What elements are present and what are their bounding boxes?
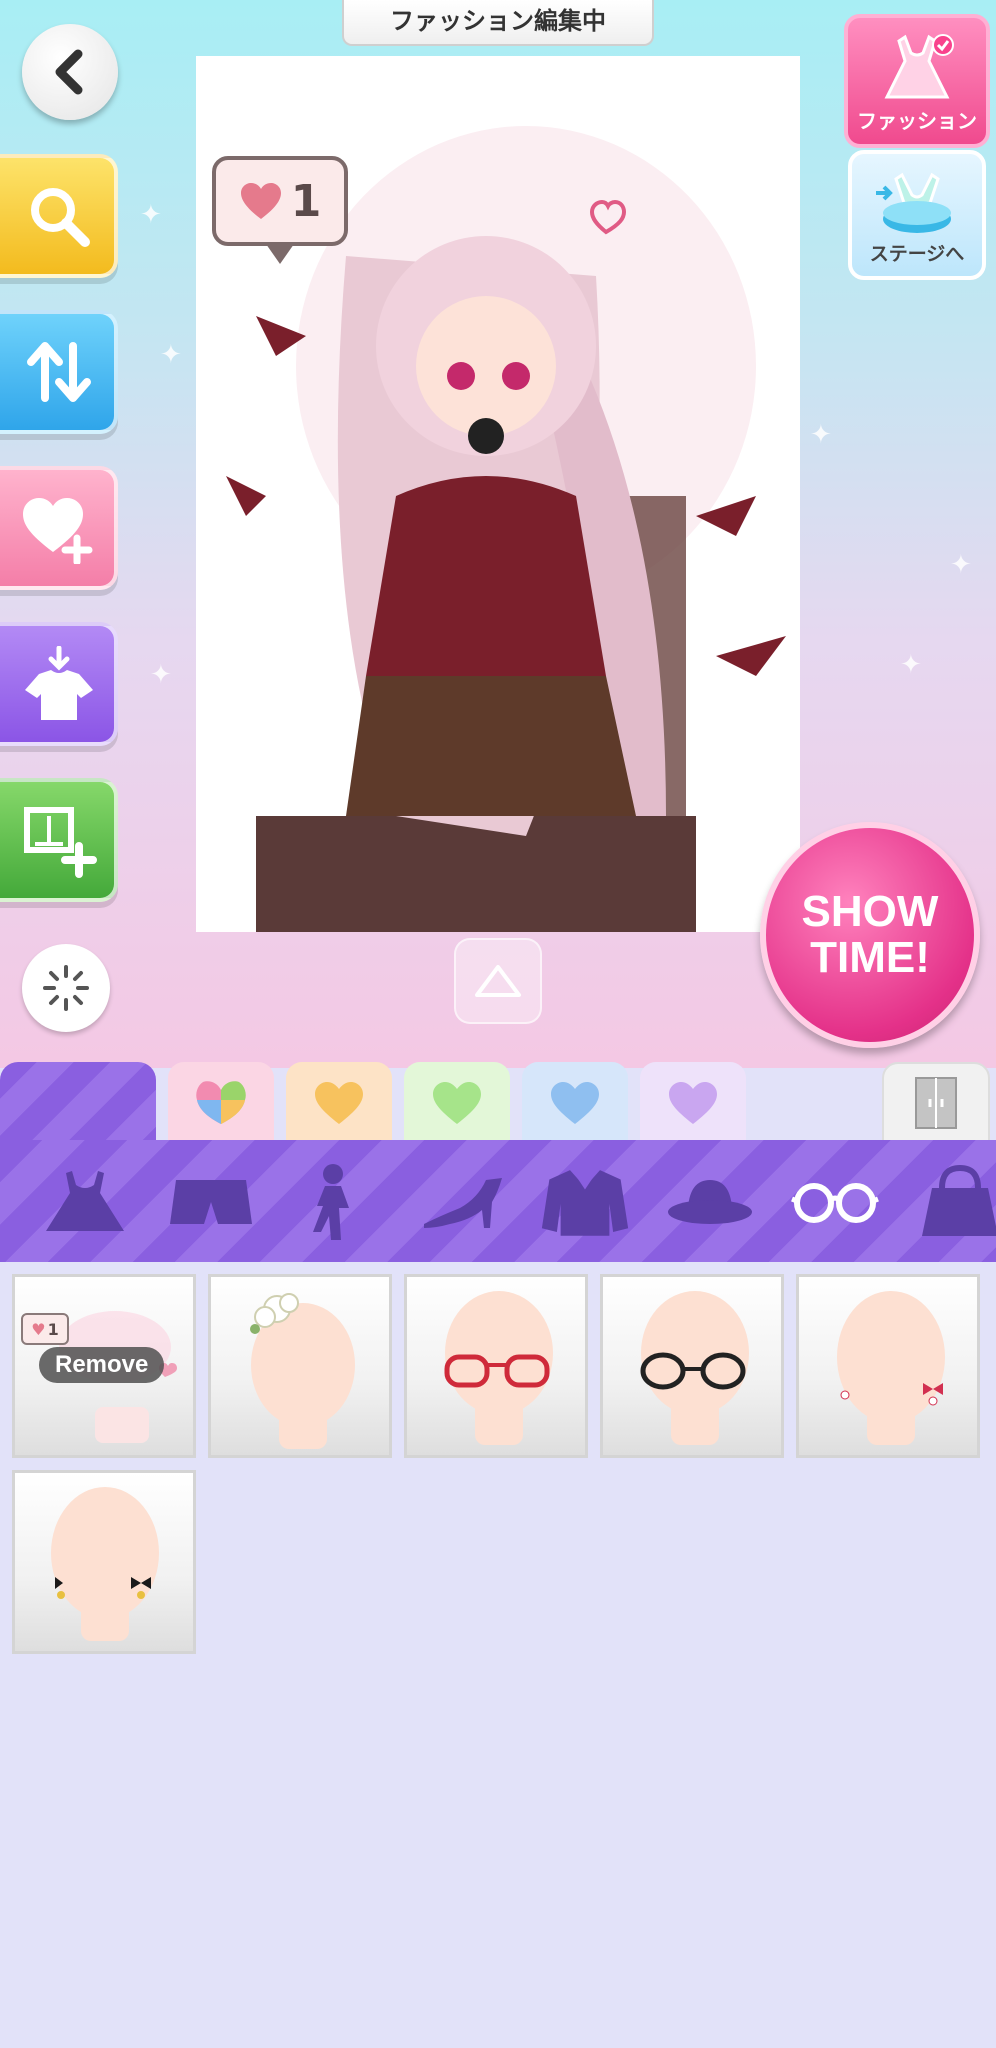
- category-accessory[interactable]: [790, 1162, 880, 1242]
- item-grid: ♥ 1 Remove: [0, 1262, 996, 2048]
- spinner-icon: [43, 965, 89, 1011]
- shorts-icon: [170, 1180, 252, 1224]
- category-shoes[interactable]: [418, 1162, 508, 1242]
- jacket-icon: [541, 1170, 629, 1236]
- sort-arrows-icon: [27, 342, 91, 402]
- sparkle-decoration: ✦: [140, 200, 162, 230]
- sparkle-decoration: ✦: [810, 420, 832, 450]
- tab-fashion-label: ファッション: [857, 109, 977, 133]
- bag-icon: [922, 1164, 996, 1236]
- filter-tab-orange[interactable]: [286, 1062, 392, 1144]
- purple-heart-icon: [669, 1082, 717, 1124]
- item-equipped-background[interactable]: ♥ 1 Remove: [12, 1274, 196, 1458]
- category-partial-icon[interactable]: [0, 1162, 10, 1242]
- save-outfit-button[interactable]: [0, 622, 118, 746]
- chevron-left-icon: [55, 49, 83, 95]
- closet-button[interactable]: [882, 1062, 990, 1144]
- sparkle-decoration: ✦: [160, 340, 182, 370]
- sparkle-decoration: ✦: [150, 660, 172, 690]
- orange-heart-icon: [315, 1082, 363, 1124]
- item-red-bow-earrings[interactable]: [796, 1274, 980, 1458]
- fashion-editor-area: ✦ ✦ ✦ ✦ ✦ ✦ ファッション編集中 1 ファッション ステージへ SHO…: [0, 0, 996, 1068]
- item-thumbnail: [250, 1293, 355, 1449]
- tab-stage[interactable]: ステージへ: [848, 150, 986, 280]
- filter-tab-all[interactable]: [0, 1062, 156, 1144]
- add-coordinate-button[interactable]: [0, 778, 118, 902]
- remove-button[interactable]: Remove: [39, 1347, 165, 1383]
- collapse-panel-button[interactable]: [454, 938, 542, 1024]
- blue-heart-icon: [551, 1082, 599, 1124]
- back-button[interactable]: [22, 24, 118, 120]
- item-black-bow-earrings[interactable]: [12, 1470, 196, 1654]
- filter-tab-multi[interactable]: [168, 1062, 274, 1144]
- category-dress[interactable]: [40, 1162, 130, 1242]
- sparkle-decoration: ✦: [950, 550, 972, 580]
- green-heart-icon: [433, 1082, 481, 1124]
- shirt-download-icon: [25, 646, 93, 720]
- search-icon: [31, 188, 90, 247]
- multicolor-heart-icon: [196, 1081, 246, 1124]
- item-hair-flower[interactable]: [208, 1274, 392, 1458]
- heart-icon: [240, 183, 281, 219]
- dress-icon: [884, 34, 954, 99]
- loading-indicator: [22, 944, 110, 1032]
- category-pose[interactable]: [290, 1162, 380, 1242]
- item-like-count: 1: [47, 1319, 59, 1339]
- closet-icon: [915, 1077, 957, 1129]
- page-title: ファッション編集中: [342, 0, 654, 46]
- heart-plus-icon: [23, 498, 93, 564]
- category-bottoms[interactable]: [166, 1162, 256, 1242]
- avatar-preview: 1: [196, 56, 800, 932]
- show-time-line1: SHOW: [801, 887, 939, 936]
- tab-fashion[interactable]: ファッション: [844, 14, 990, 148]
- category-hat[interactable]: [664, 1162, 754, 1242]
- item-black-glasses[interactable]: [600, 1274, 784, 1458]
- show-time-button[interactable]: SHOW TIME!: [760, 822, 980, 1048]
- filter-tab-blue[interactable]: [522, 1062, 628, 1144]
- category-bag[interactable]: [914, 1162, 996, 1242]
- glasses-icon: [791, 1183, 879, 1223]
- stage-icon: [876, 172, 951, 233]
- sparkle-decoration: ✦: [900, 650, 922, 680]
- like-bubble: 1: [212, 156, 348, 264]
- tab-stage-label: ステージへ: [869, 243, 965, 265]
- item-thumbnail: [837, 1291, 945, 1445]
- item-thumbnail: [51, 1487, 159, 1641]
- search-button[interactable]: [0, 154, 118, 278]
- hat-icon: [668, 1180, 752, 1224]
- sort-button[interactable]: [0, 310, 118, 434]
- pose-icon: [313, 1164, 349, 1240]
- item-red-glasses[interactable]: [404, 1274, 588, 1458]
- dress-icon: [46, 1171, 124, 1231]
- board-plus-icon: [24, 807, 97, 878]
- like-count: 1: [290, 175, 322, 227]
- item-thumbnail: [640, 1291, 749, 1445]
- category-bar: [0, 1140, 996, 1262]
- item-like-badge: ♥ 1: [21, 1313, 69, 1345]
- triangle-up-icon: [475, 965, 521, 997]
- filter-tab-purple[interactable]: [640, 1062, 746, 1144]
- category-jacket[interactable]: [540, 1162, 630, 1242]
- heel-icon: [424, 1178, 502, 1228]
- show-time-line2: TIME!: [810, 933, 930, 982]
- item-thumbnail: [444, 1291, 553, 1445]
- favorite-add-button[interactable]: [0, 466, 118, 590]
- color-filter-tabs: [0, 1062, 996, 1144]
- filter-tab-green[interactable]: [404, 1062, 510, 1144]
